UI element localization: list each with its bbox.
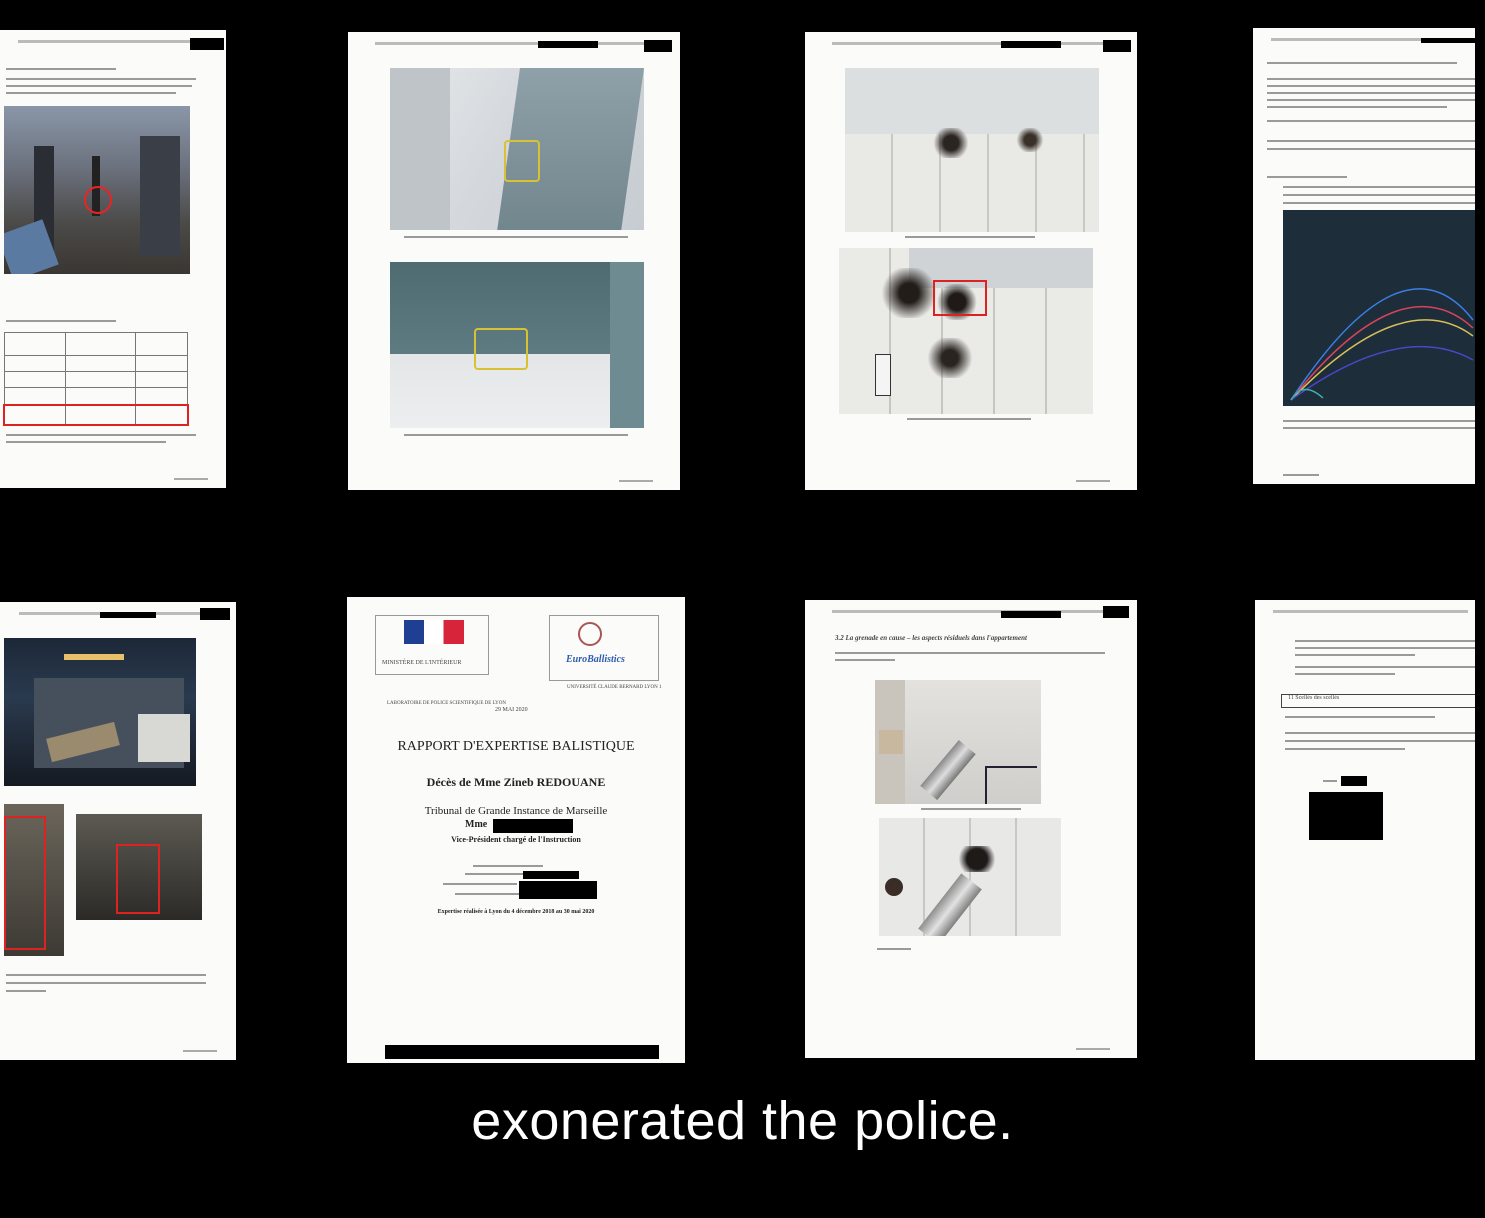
- ministry-logo: MINISTÈRE DE L'INTÉRIEUR: [375, 615, 489, 675]
- street-photo: [4, 106, 190, 274]
- trajectory-curve: [1290, 288, 1474, 401]
- video-subtitle: exonerated the police.: [471, 1091, 1014, 1151]
- report-page-corner-photos: [348, 32, 680, 490]
- residue-photo-top: [875, 680, 1041, 804]
- report-page-street-photo: [0, 30, 226, 488]
- trajectory-chart: [1283, 210, 1475, 406]
- court-name: Tribunal de Grande Instance de Marseille: [424, 805, 608, 817]
- trajectory-curve: [1290, 388, 1324, 401]
- trajectory-curve: [1290, 319, 1474, 401]
- report-page-night-photos: [0, 602, 236, 1060]
- section-heading: 3.2 La grenade en cause – les aspects ré…: [835, 634, 1027, 642]
- redacted-name: [493, 819, 573, 833]
- trajectory-curves: [1290, 288, 1474, 401]
- report-title: RAPPORT D'EXPERTISE BALISTIQUE: [397, 739, 635, 754]
- residue-photo-bottom: [879, 818, 1061, 936]
- judge-role: Vice-Président chargé de l'Instruction: [451, 835, 581, 844]
- report-cover-page: MINISTÈRE DE L'INTÉRIEUR EuroBallistics …: [347, 597, 685, 1063]
- report-page-seals: 11 Scellés des scellés: [1255, 600, 1475, 1060]
- judge-prefix: Mme: [465, 819, 488, 830]
- night-vehicle-photo: [4, 638, 196, 786]
- expertise-dates: Expertise réalisée à Lyon du 4 décembre …: [437, 909, 595, 915]
- trajectory-curve: [1290, 305, 1474, 401]
- report-page-trajectory-chart: [1253, 28, 1475, 484]
- report-subject: Décès de Mme Zineb REDOUANE: [426, 775, 606, 789]
- tile-photo-top: [845, 68, 1099, 232]
- report-page-tile-photos: [805, 32, 1137, 490]
- section-heading: 11 Scellés des scellés: [1281, 694, 1475, 708]
- tile-photo-bottom: [839, 248, 1093, 414]
- eurobalistics-logo: EuroBallistics: [549, 615, 659, 681]
- report-page-residue-photos: 3.2 La grenade en cause – les aspects ré…: [805, 600, 1137, 1058]
- redacted-signature: [1309, 792, 1383, 840]
- redaction-bar: [190, 38, 224, 50]
